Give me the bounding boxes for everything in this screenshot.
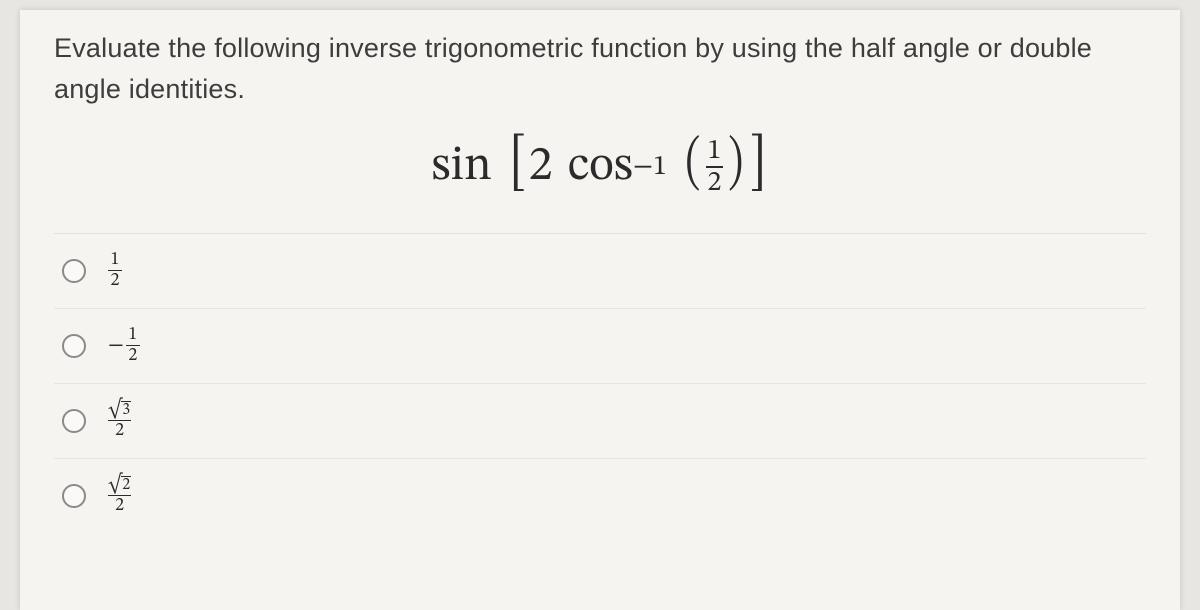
answer-options: 1 2 − 1 2 (54, 233, 1146, 533)
question-prompt: Evaluate the following inverse trigonome… (54, 28, 1146, 109)
left-paren: ( (685, 140, 700, 188)
right-paren: ) (729, 140, 744, 188)
radio-icon[interactable] (62, 409, 86, 433)
radio-icon[interactable] (62, 259, 86, 283)
option-d-math: √ 2 2 (108, 476, 131, 515)
coef-2: 2 (529, 143, 553, 191)
radio-icon[interactable] (62, 484, 86, 508)
equation-block: sin [ 2 cos −1 ( 1 2 ) ] (54, 137, 1146, 197)
equation: sin [ 2 cos −1 ( 1 2 ) ] (432, 137, 769, 197)
left-bracket: [ (510, 139, 526, 189)
option-a-math: 1 2 (108, 251, 122, 290)
option-b-math: − 1 2 (108, 326, 140, 365)
option-c[interactable]: √ 3 2 (54, 384, 1146, 459)
frac-den: 2 (706, 168, 724, 197)
fraction-one-half: 1 2 (706, 137, 724, 197)
fn-sin: sin (432, 143, 492, 191)
option-c-math: √ 3 2 (108, 401, 131, 440)
option-d[interactable]: √ 2 2 (54, 459, 1146, 533)
option-a[interactable]: 1 2 (54, 234, 1146, 309)
option-b[interactable]: − 1 2 (54, 309, 1146, 384)
frac-num: 1 (706, 137, 724, 166)
question-card: Evaluate the following inverse trigonome… (20, 10, 1180, 610)
radio-icon[interactable] (62, 334, 86, 358)
right-bracket: ] (750, 139, 766, 189)
fn-cos: cos (568, 143, 633, 191)
